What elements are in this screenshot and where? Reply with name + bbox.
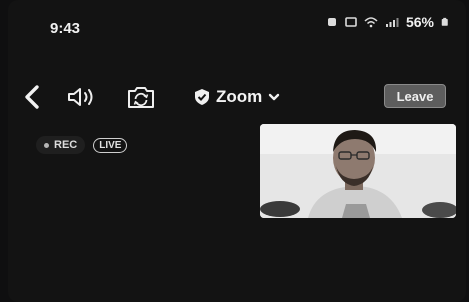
- status-bar: 9:43 56%: [8, 0, 466, 46]
- speaker-icon: [68, 88, 93, 106]
- battery-icon: [441, 17, 448, 26]
- notification-icon: [345, 17, 357, 27]
- meeting-title: Zoom: [216, 87, 263, 106]
- rec-dot-icon: [44, 142, 49, 148]
- speaker-button[interactable]: [66, 78, 98, 116]
- rec-label: REC: [54, 139, 78, 151]
- self-video-tile[interactable]: [260, 124, 456, 218]
- status-icons: 56%: [326, 14, 450, 30]
- camera-switch-icon: [128, 87, 154, 108]
- signal-icon: [385, 18, 399, 27]
- live-badge: LIVE: [93, 137, 128, 153]
- battery-percent: 56%: [405, 14, 434, 30]
- wifi-icon: [364, 17, 378, 28]
- participant-video: [260, 124, 456, 218]
- switch-camera-button[interactable]: [126, 78, 156, 116]
- meeting-info-dropdown[interactable]: Zoom: [194, 78, 280, 116]
- alarm-icon: [327, 18, 336, 26]
- recording-indicator: REC LIVE: [36, 136, 128, 154]
- meeting-screen: 9:43 56% Zoom Leave REC LIVE: [8, 0, 466, 302]
- back-button[interactable]: [22, 78, 42, 116]
- chevron-left-icon: [25, 85, 39, 109]
- meeting-toolbar: Zoom Leave: [8, 78, 466, 116]
- leave-button[interactable]: Leave: [384, 84, 446, 108]
- rec-pill: REC: [36, 136, 86, 154]
- shield-check-icon: [195, 89, 209, 105]
- chevron-down-icon: [269, 93, 280, 101]
- status-time: 9:43: [50, 20, 81, 37]
